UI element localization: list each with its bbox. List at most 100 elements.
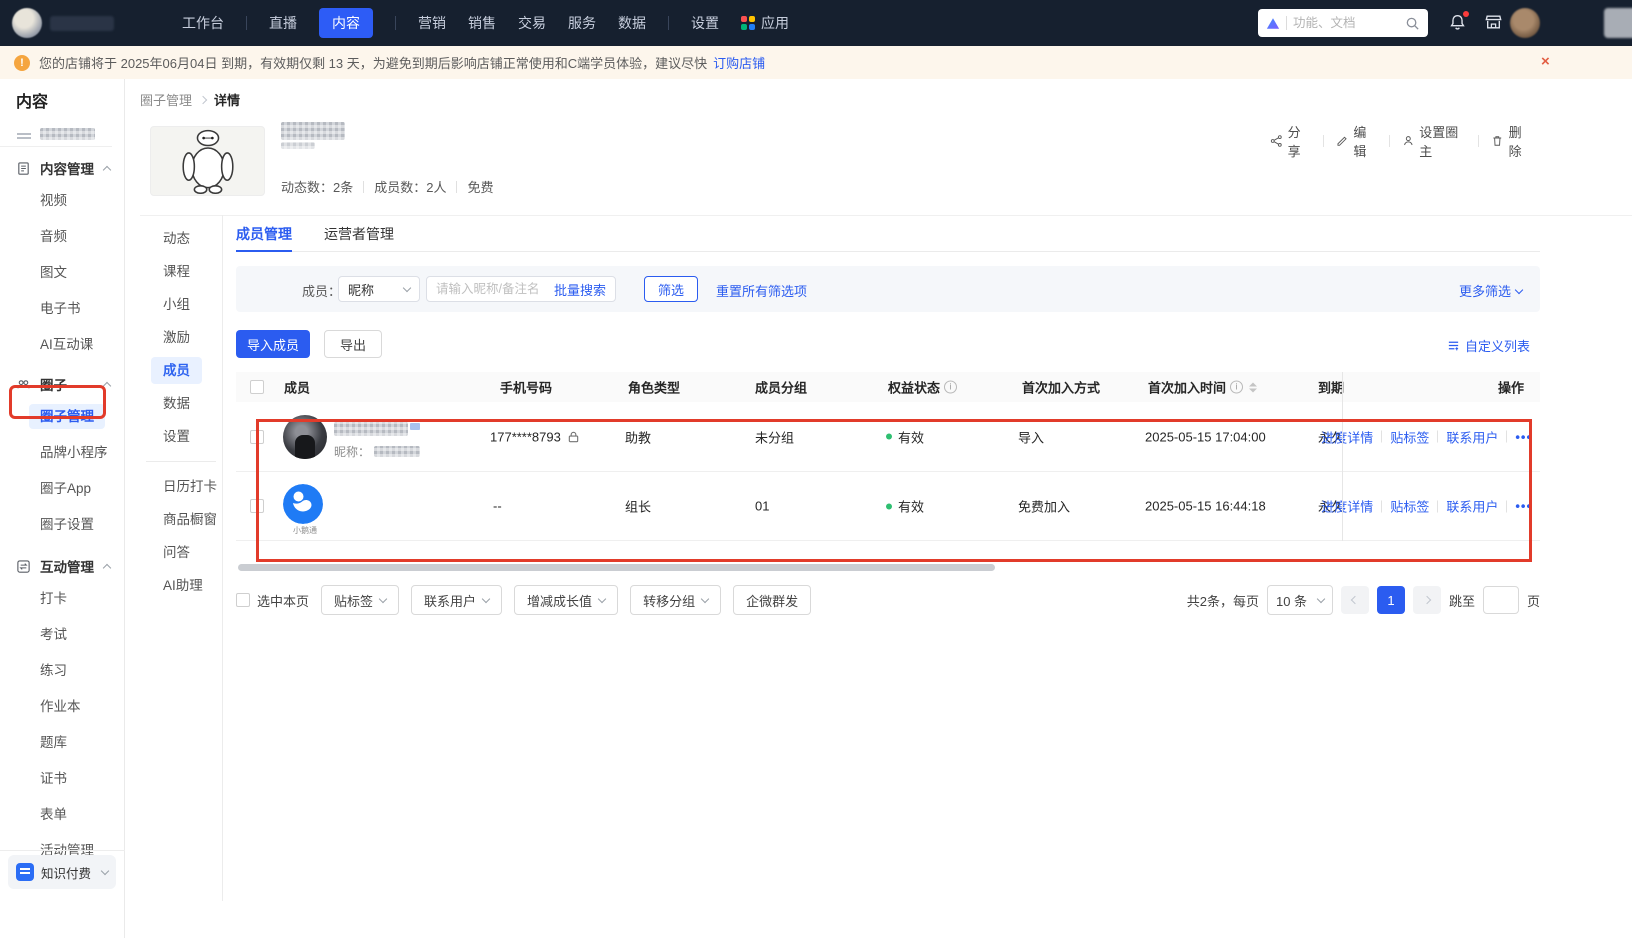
table-row-member-2[interactable]: 小鹅通 -- 组长 01 有效 免费加入 2025-05-15 16:44:18…: [236, 472, 1540, 541]
wecom-broadcast-button[interactable]: 企微群发: [733, 585, 812, 615]
notifications-bell-icon[interactable]: [1448, 11, 1469, 33]
current-page-button[interactable]: 1: [1376, 586, 1405, 614]
bulk-move-group-button[interactable]: 转移分组: [630, 585, 722, 615]
menu-item-ai-assistant[interactable]: AI助理: [140, 569, 222, 602]
sidebar-item-ai-course[interactable]: AI互动课: [0, 327, 124, 363]
filter-submit-button[interactable]: 筛选: [644, 276, 698, 302]
jump-page-input[interactable]: [1482, 586, 1519, 614]
menu-item-courses[interactable]: 课程: [140, 255, 222, 288]
horizontal-scrollbar[interactable]: [238, 564, 995, 571]
menu-item-calendar-checkin[interactable]: 日历打卡: [140, 470, 222, 503]
sidebar-item-form[interactable]: 表单: [0, 797, 124, 833]
more-actions-icon[interactable]: •••: [1515, 429, 1532, 444]
sidebar-item-certificate[interactable]: 证书: [0, 761, 124, 797]
delete-button[interactable]: 删除: [1491, 122, 1532, 160]
menu-item-qa[interactable]: 问答: [140, 536, 222, 569]
edit-button[interactable]: 编辑: [1336, 122, 1377, 160]
tab-operator-management[interactable]: 运营者管理: [324, 220, 394, 252]
customize-columns-button[interactable]: 自定义列表: [1447, 336, 1530, 355]
user-avatar[interactable]: [1510, 8, 1540, 38]
filter-field-select[interactable]: 昵称: [338, 276, 420, 302]
more-actions-icon[interactable]: •••: [1515, 499, 1532, 514]
renew-shop-link[interactable]: 订购店铺: [713, 53, 765, 72]
nav-marketing[interactable]: 营销: [418, 13, 446, 33]
pencil-icon: [1337, 136, 1347, 146]
product-switcher[interactable]: 知识付费: [8, 855, 116, 889]
more-filters-link[interactable]: 更多筛选: [1459, 281, 1524, 300]
nav-settings[interactable]: 设置: [691, 13, 719, 33]
sidebar-group-interaction[interactable]: 互动管理: [0, 551, 124, 581]
contact-user-link[interactable]: 联系用户: [1446, 497, 1498, 516]
nav-trade[interactable]: 交易: [518, 13, 546, 33]
nickname-search-input[interactable]: [436, 282, 550, 296]
bulk-growth-value-button[interactable]: 增减成长值: [514, 585, 619, 615]
global-search[interactable]: [1258, 9, 1428, 37]
sidebar-item-exam[interactable]: 考试: [0, 617, 124, 653]
sidebar-item-article[interactable]: 图文: [0, 255, 124, 291]
sidebar-group-content-management[interactable]: 内容管理: [0, 153, 124, 183]
progress-detail-link[interactable]: 进度详情: [1321, 427, 1373, 446]
menu-item-settings[interactable]: 设置: [140, 420, 222, 453]
nav-sales[interactable]: 销售: [468, 13, 496, 33]
sidebar-item-brand-miniprogram[interactable]: 品牌小程序: [0, 435, 124, 471]
info-icon[interactable]: i: [944, 380, 958, 394]
menu-item-data[interactable]: 数据: [140, 387, 222, 420]
menu-item-incentive[interactable]: 激励: [140, 321, 222, 354]
breadcrumb-parent[interactable]: 圈子管理: [140, 90, 192, 109]
table-row-member-1[interactable]: 昵称： 177****8793 助教 未分组 有效 导入 2025-05-15 …: [236, 402, 1540, 472]
sidebar-item-checkin[interactable]: 打卡: [0, 581, 124, 617]
page-size-select[interactable]: 10 条: [1266, 585, 1333, 615]
row-checkbox[interactable]: [250, 429, 264, 444]
sidebar-item-scrolled-redacted[interactable]: [0, 121, 112, 147]
bulk-contact-button[interactable]: 联系用户: [411, 585, 503, 615]
sidebar-item-question-bank[interactable]: 题库: [0, 725, 124, 761]
import-members-button[interactable]: 导入成员: [236, 330, 310, 358]
contact-user-link[interactable]: 联系用户: [1446, 427, 1498, 446]
tag-link[interactable]: 贴标签: [1390, 427, 1429, 446]
bulk-tag-button[interactable]: 贴标签: [321, 585, 400, 615]
sidebar-item-circle-app[interactable]: 圈子App: [0, 471, 124, 507]
brand[interactable]: [12, 8, 162, 38]
search-input[interactable]: [1293, 16, 1399, 30]
sidebar-item-ebook[interactable]: 电子书: [0, 291, 124, 327]
sidebar-item-practice[interactable]: 练习: [0, 653, 124, 689]
col-join-time: 首次加入时间 i: [1148, 378, 1258, 397]
sidebar-item-audio[interactable]: 音频: [0, 219, 124, 255]
column-settings-icon: [1448, 341, 1459, 351]
nav-apps[interactable]: 应用: [741, 13, 789, 33]
next-page-button[interactable]: [1412, 586, 1441, 614]
search-icon[interactable]: [1405, 16, 1420, 31]
tag-link[interactable]: 贴标签: [1390, 497, 1429, 516]
tab-member-management[interactable]: 成员管理: [236, 220, 292, 252]
menu-item-groups[interactable]: 小组: [140, 288, 222, 321]
nav-workbench[interactable]: 工作台: [182, 13, 224, 33]
share-button[interactable]: 分享: [1270, 122, 1311, 160]
sidebar-group-circle[interactable]: 圈子: [0, 369, 124, 399]
batch-search-link[interactable]: 批量搜索: [554, 280, 606, 299]
member-join-method: 导入: [1018, 430, 1045, 445]
nav-data[interactable]: 数据: [618, 13, 646, 33]
menu-item-posts[interactable]: 动态: [140, 222, 222, 255]
select-all-checkbox[interactable]: [250, 380, 264, 394]
select-page-checkbox[interactable]: 选中本页: [236, 591, 309, 610]
progress-detail-link[interactable]: 进度详情: [1321, 497, 1373, 516]
nav-content[interactable]: 内容: [319, 8, 373, 38]
nav-live[interactable]: 直播: [269, 13, 297, 33]
sidebar-item-workbook[interactable]: 作业本: [0, 689, 124, 725]
lock-icon[interactable]: [567, 430, 580, 443]
nav-service[interactable]: 服务: [568, 13, 596, 33]
menu-item-members[interactable]: 成员: [140, 354, 222, 387]
export-button[interactable]: 导出: [324, 330, 382, 358]
reset-filters-link[interactable]: 重置所有筛选项: [716, 281, 807, 300]
sort-icon[interactable]: [1249, 382, 1258, 392]
sidebar-item-video[interactable]: 视频: [0, 183, 124, 219]
sidebar-item-circle-settings[interactable]: 圈子设置: [0, 507, 124, 543]
banner-close-icon[interactable]: ×: [1541, 54, 1550, 70]
sidebar-item-circle-management[interactable]: 圈子管理: [0, 399, 124, 435]
shop-icon[interactable]: [1484, 13, 1504, 33]
set-owner-button[interactable]: 设置圈主: [1402, 122, 1467, 160]
prev-page-button[interactable]: [1340, 586, 1369, 614]
info-icon[interactable]: i: [1230, 380, 1244, 394]
row-checkbox[interactable]: [250, 499, 264, 513]
menu-item-product-showcase[interactable]: 商品橱窗: [140, 503, 222, 536]
